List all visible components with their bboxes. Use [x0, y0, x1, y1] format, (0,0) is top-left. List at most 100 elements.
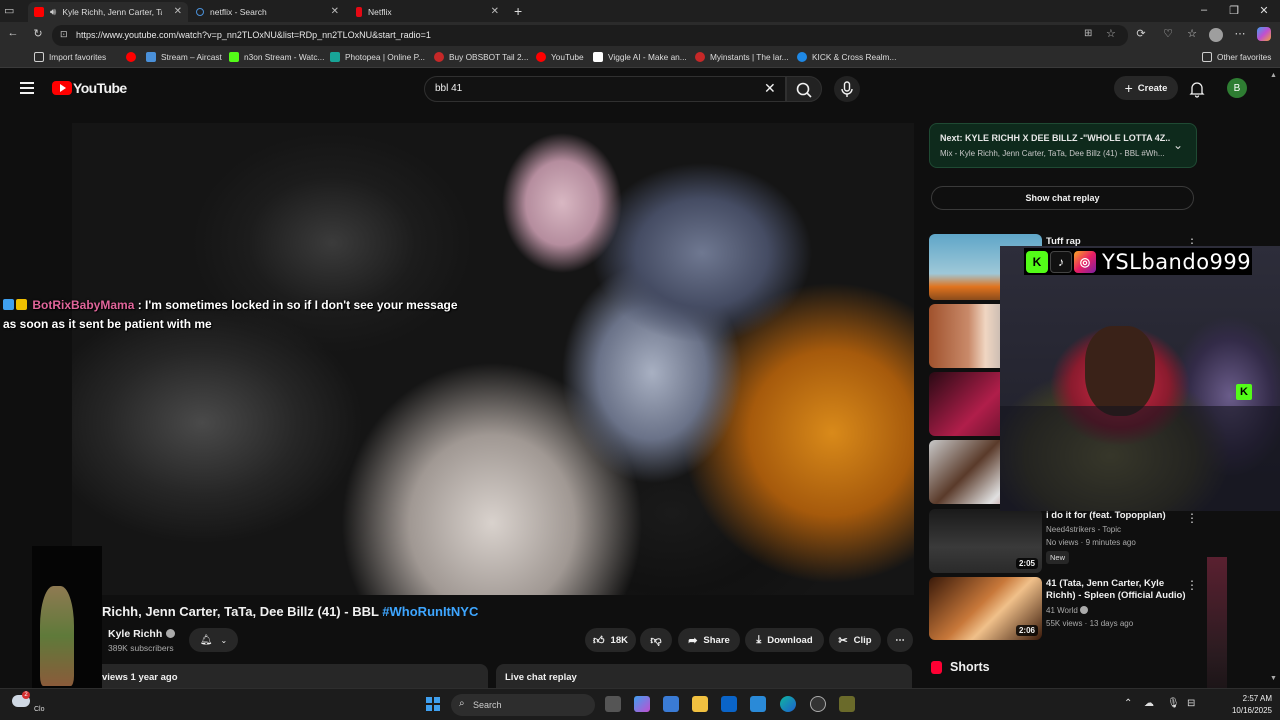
recommendation-stats: No views · 9 minutes ago: [1046, 538, 1136, 547]
tab-netflix-search[interactable]: netflix - Search ✕: [190, 2, 345, 22]
chevron-up-icon[interactable]: ⌃: [1124, 698, 1132, 709]
bookmark-import-favorites[interactable]: Import favorites: [34, 52, 106, 62]
speaker-icon[interactable]: 🔊︎: [50, 7, 56, 18]
edge-icon[interactable]: [780, 696, 796, 712]
start-button[interactable]: [426, 697, 440, 711]
share-button[interactable]: ➦ Share: [678, 628, 740, 652]
webcam-lower-area: [1000, 406, 1280, 511]
tab-actions-icon[interactable]: ▭: [4, 4, 14, 17]
address-bar[interactable]: ⊡ https://www.youtube.com/watch?v=p_nn2T…: [52, 25, 1128, 46]
tab-netflix[interactable]: Netflix ✕: [350, 2, 505, 22]
youtube-header: YouTube bbl 41 ✕ + Create B: [0, 68, 1268, 110]
chevron-down-icon[interactable]: ⌄: [1173, 138, 1183, 152]
description-box[interactable]: views 1 year ago: [92, 664, 488, 688]
tab-youtube[interactable]: 🔊︎ Kyle Richh, Jenn Carter, TaTa ✕: [28, 2, 188, 22]
photos-icon[interactable]: [750, 696, 766, 712]
bookmark-other-favorites[interactable]: Other favorites: [1202, 52, 1271, 62]
close-window-button[interactable]: ✕: [1254, 4, 1274, 17]
more-options-icon[interactable]: ⋯: [1232, 27, 1248, 40]
tab-label: Kyle Richh, Jenn Carter, TaTa: [62, 7, 162, 17]
video-player[interactable]: [72, 123, 914, 595]
show-chat-replay-button[interactable]: Show chat replay: [931, 186, 1194, 210]
back-icon[interactable]: ←: [5, 27, 21, 39]
hashtag-link[interactable]: #WhoRunItNYC: [382, 604, 478, 619]
recommendation-channel[interactable]: 41 World: [1046, 606, 1089, 615]
search-icon: [796, 82, 812, 98]
kick-icon: [797, 52, 807, 62]
bookmark-obsbot[interactable]: Buy OBSBOT Tail 2...: [434, 52, 528, 62]
more-actions-button[interactable]: ⋯: [887, 628, 913, 652]
crown-badge-icon: [16, 299, 27, 310]
outlook-icon[interactable]: [721, 696, 737, 712]
new-tab-button[interactable]: +: [514, 3, 522, 19]
bookmark-youtube[interactable]: YouTube: [536, 52, 584, 62]
file-explorer-icon[interactable]: [692, 696, 708, 712]
notification-settings-button[interactable]: 🔔︎ ⌄: [189, 628, 238, 652]
bookmark-myinstants[interactable]: Myinstants | The lar...: [695, 52, 789, 62]
kick-badge-icon: [3, 299, 14, 310]
site-info-icon[interactable]: ⊡: [60, 29, 68, 40]
download-button[interactable]: ⤓ Download: [745, 628, 824, 652]
scroll-down-icon[interactable]: ▼: [1270, 675, 1277, 682]
search-input[interactable]: bbl 41 ✕: [424, 76, 786, 102]
bookmark-photopea[interactable]: Photopea | Online P...: [330, 52, 425, 62]
kick-icon: K: [1236, 384, 1252, 400]
profile-icon[interactable]: [1209, 28, 1223, 42]
minimize-button[interactable]: –: [1194, 4, 1214, 16]
search-value[interactable]: bbl 41: [435, 83, 462, 94]
extensions-icon[interactable]: ⟳: [1133, 27, 1149, 40]
notifications-bell-icon[interactable]: [1188, 80, 1206, 98]
voice-search-button[interactable]: [834, 76, 860, 102]
copilot-app-icon[interactable]: [634, 696, 650, 712]
search-button[interactable]: [786, 76, 822, 102]
onedrive-icon[interactable]: ☁: [1144, 698, 1154, 709]
task-view-icon[interactable]: [605, 696, 621, 712]
close-icon[interactable]: ✕: [174, 6, 182, 17]
refresh-icon[interactable]: ↻: [30, 27, 46, 40]
taskbar-search[interactable]: ⌕ Search: [451, 694, 595, 716]
myinstants-icon: [695, 52, 705, 62]
recommendation-thumbnail[interactable]: 2:06: [929, 577, 1042, 640]
close-icon[interactable]: ✕: [491, 6, 499, 17]
channel-name[interactable]: Kyle Richh: [108, 628, 176, 640]
recommendation-title[interactable]: 41 (Tata, Jenn Carter, Kyle Richh) - Spl…: [1046, 578, 1186, 602]
app-icon[interactable]: [839, 696, 855, 712]
bookmark-n3on[interactable]: n3on Stream - Watc...: [229, 52, 324, 62]
copilot-icon[interactable]: [1257, 27, 1271, 41]
browser-essentials-icon[interactable]: ♡: [1160, 27, 1176, 40]
dislike-button[interactable]: 👎︎: [640, 628, 672, 652]
bookmark-aircast[interactable]: Stream – Aircast: [146, 52, 222, 62]
display-icon[interactable]: ⊟: [1187, 698, 1195, 709]
up-next-card[interactable]: Next: KYLE RICHH X DEE BILLZ -"WHOLE LOT…: [929, 123, 1197, 168]
close-icon[interactable]: ✕: [331, 6, 339, 17]
bookmark-youtube-short[interactable]: [126, 52, 141, 62]
url-text[interactable]: https://www.youtube.com/watch?v=p_nn2TLO…: [76, 30, 431, 40]
favorites-icon[interactable]: ☆: [1184, 27, 1200, 40]
bookmark-viggle[interactable]: Viggle AI - Make an...: [593, 52, 687, 62]
more-vert-icon[interactable]: ⋮: [1186, 511, 1198, 525]
obs-icon[interactable]: [810, 696, 826, 712]
app-available-icon[interactable]: ⊞: [1084, 28, 1092, 39]
recommendation-thumbnail[interactable]: 2:05: [929, 509, 1042, 573]
new-badge: New: [1046, 551, 1070, 564]
scroll-up-icon[interactable]: ▲: [1270, 72, 1277, 79]
favorite-star-icon[interactable]: ☆: [1106, 27, 1116, 40]
store-icon[interactable]: [663, 696, 679, 712]
microphone-icon[interactable]: 🎙︎: [1167, 698, 1180, 709]
menu-icon[interactable]: [20, 82, 34, 94]
clip-button[interactable]: ✂ Clip: [829, 628, 881, 652]
youtube-logo-text[interactable]: YouTube: [73, 80, 127, 96]
recommendation-title[interactable]: i do it for (feat. Topopplan): [1046, 510, 1186, 522]
bookmark-kick-cross-realm[interactable]: KICK & Cross Realm...: [797, 52, 896, 62]
more-vert-icon[interactable]: ⋮: [1186, 578, 1198, 592]
like-button[interactable]: 👍︎ 18K: [585, 628, 636, 652]
live-chat-replay-panel[interactable]: Live chat replay: [496, 664, 912, 688]
tab-label: Netflix: [368, 7, 392, 17]
system-clock[interactable]: 2:57 AM 10/16/2025: [1222, 693, 1272, 717]
clear-search-icon[interactable]: ✕: [764, 80, 776, 97]
account-avatar[interactable]: B: [1227, 78, 1247, 98]
create-button[interactable]: + Create: [1114, 76, 1178, 100]
maximize-button[interactable]: ❐: [1224, 4, 1244, 17]
youtube-logo-icon[interactable]: [52, 81, 72, 95]
recommendation-channel[interactable]: Need4strikers - Topic: [1046, 525, 1121, 534]
